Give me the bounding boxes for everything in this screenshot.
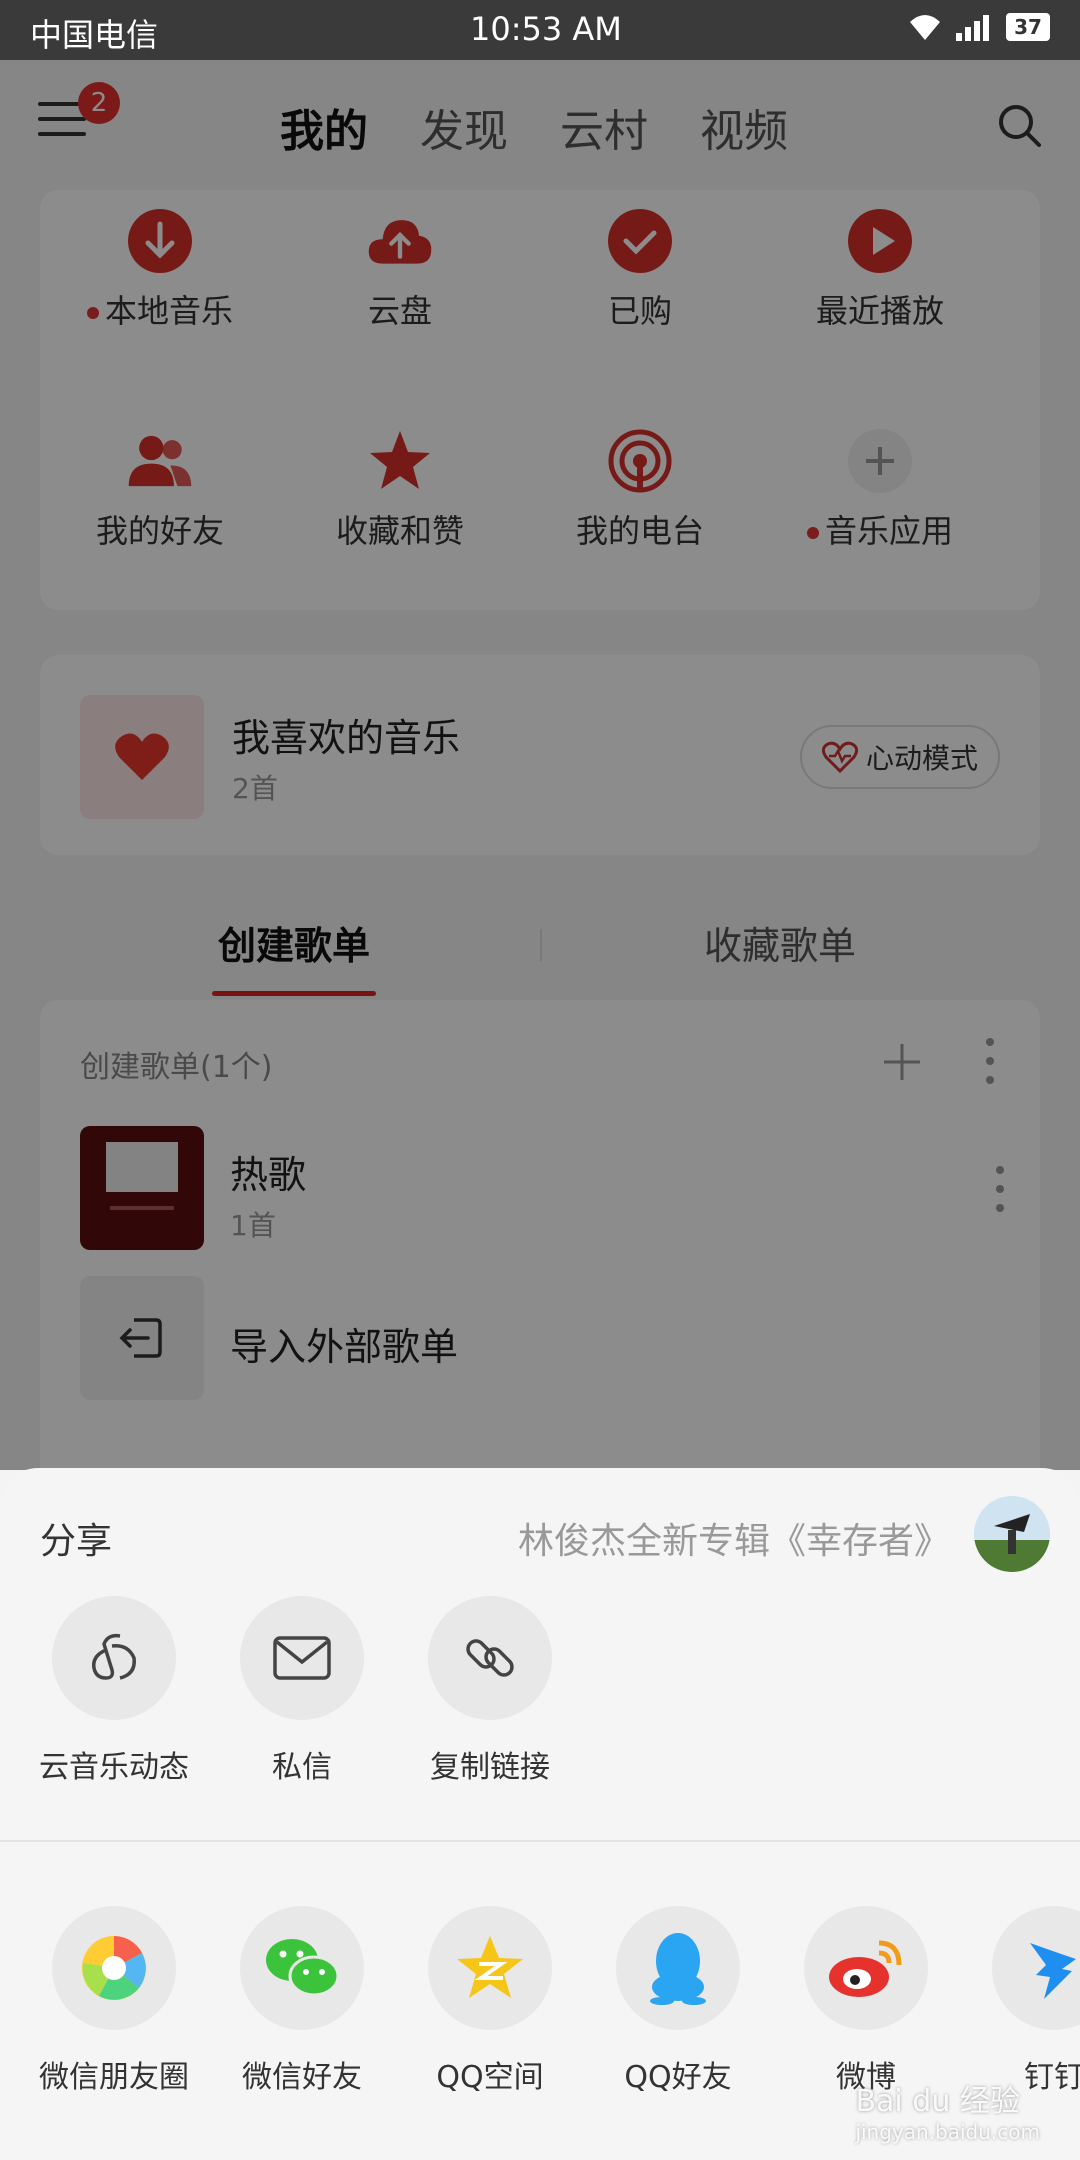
qq-icon xyxy=(650,1933,706,2005)
wifi-icon xyxy=(910,15,940,40)
share-private-message[interactable]: 私信 xyxy=(208,1596,396,1786)
share-cloud-feed[interactable]: 云音乐动态 xyxy=(20,1596,208,1786)
mail-icon xyxy=(273,1636,331,1680)
share-qq-friend[interactable]: QQ好友 xyxy=(584,1906,772,2096)
share-weibo[interactable]: 微博 xyxy=(772,1906,960,2096)
share-label: QQ空间 xyxy=(436,2060,544,2095)
share-label: QQ好友 xyxy=(624,2060,732,2095)
qzone-icon xyxy=(457,1936,523,1998)
link-icon xyxy=(466,1639,514,1677)
battery-icon: 37 xyxy=(1006,13,1050,41)
share-wechat-friend[interactable]: 微信好友 xyxy=(208,1906,396,2096)
signal-icon xyxy=(956,15,989,41)
watermark-logo: Bai du 经验 jingyan.baidu.com xyxy=(855,2076,1040,2144)
share-label: 微信好友 xyxy=(242,2060,362,2095)
share-label: 微信朋友圈 xyxy=(39,2060,189,2095)
sheet-divider xyxy=(0,1840,1080,1842)
wechat-moments-icon xyxy=(82,1936,146,2000)
carrier-label: 中国电信 xyxy=(30,16,159,54)
share-label: 私信 xyxy=(272,1750,332,1785)
share-label: 云音乐动态 xyxy=(39,1750,189,1785)
weibo-icon xyxy=(829,1940,902,1997)
album-art-icon xyxy=(974,1496,1050,1572)
share-copy-link[interactable]: 复制链接 xyxy=(396,1596,584,1786)
share-label: 复制链接 xyxy=(430,1750,550,1785)
status-bar: 中国电信 10:53 AM 37 xyxy=(0,0,1080,60)
share-title: 分享 xyxy=(40,1521,113,1562)
share-wechat-moments[interactable]: 微信朋友圈 xyxy=(20,1906,208,2096)
share-sheet: 分享 林俊杰全新专辑《幸存者》 云音乐动态 私信 复制链接 微信朋友圈 微信好友 xyxy=(0,1468,1080,2160)
share-qzone[interactable]: QQ空间 xyxy=(396,1906,584,2096)
dingtalk-icon xyxy=(1030,1943,1076,1999)
share-dingtalk[interactable]: 钉钉 xyxy=(960,1906,1080,2096)
clock: 10:53 AM xyxy=(470,10,622,48)
dim-overlay[interactable] xyxy=(0,60,1080,1470)
cloud-music-icon xyxy=(92,1633,136,1680)
song-cover-avatar xyxy=(974,1496,1050,1572)
wechat-icon xyxy=(266,1939,340,1997)
watermark-url: jingyan.baidu.com xyxy=(855,2120,1040,2144)
watermark-brand: Bai du 经验 xyxy=(855,2084,1020,2119)
shared-song-title: 林俊杰全新专辑《幸存者》 xyxy=(517,1521,950,1562)
